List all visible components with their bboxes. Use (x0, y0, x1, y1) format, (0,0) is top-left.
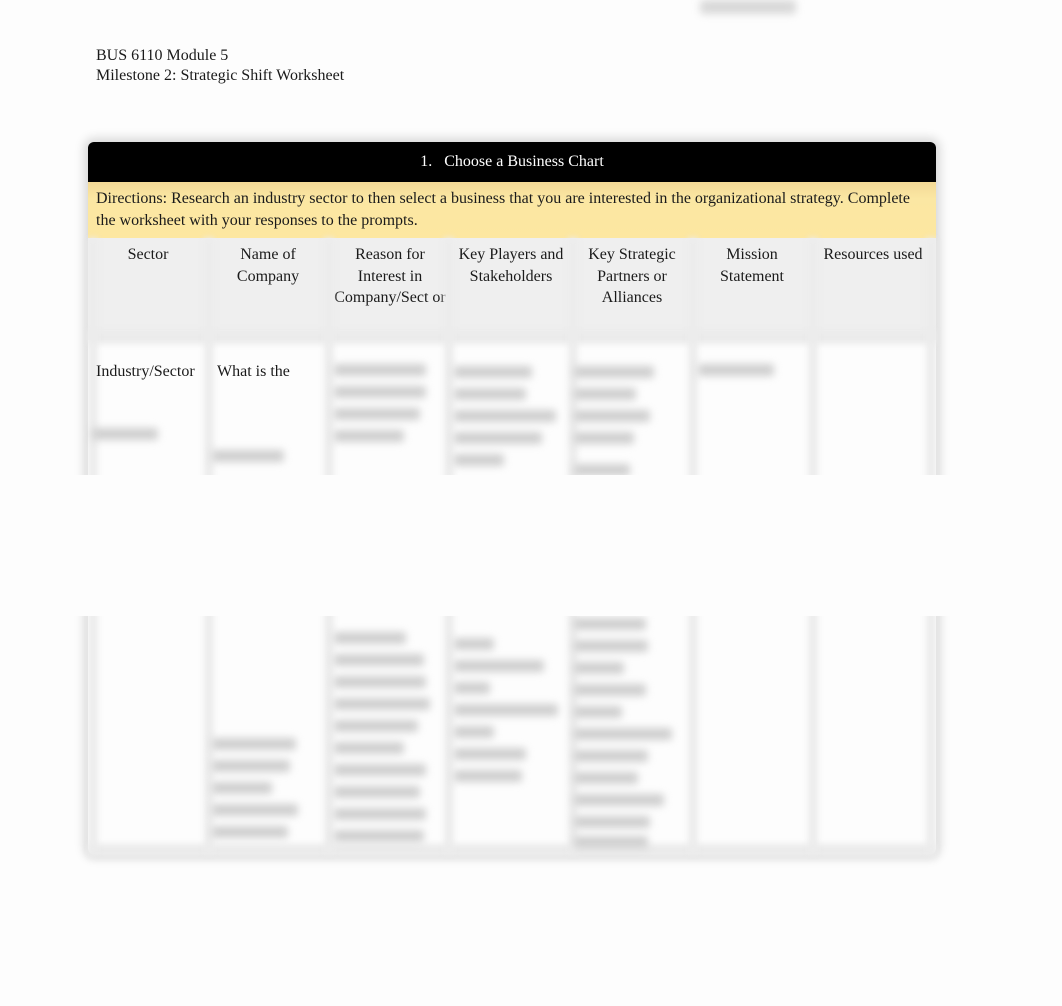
blurred-text (454, 410, 556, 422)
blurred-text (574, 432, 634, 444)
blurred-header-text (700, 0, 796, 14)
blurred-text (334, 830, 424, 842)
blurred-text (212, 738, 296, 750)
column-header-reason: Reason for Interest in Company/Sect or (334, 246, 446, 306)
column-header-key-players: Key Players and Stakeholders (458, 246, 564, 285)
cell-sector: Industry/Sector (96, 363, 195, 380)
blurred-text (574, 728, 672, 740)
column-header-partners: Key Strategic Partners or Alliances (588, 246, 676, 306)
blurred-text (574, 684, 646, 696)
blurred-text (334, 786, 420, 798)
blurred-text (334, 808, 426, 820)
blurred-text (334, 742, 404, 754)
blurred-text (334, 430, 404, 442)
blurred-text (334, 764, 426, 776)
section-number: 1. (420, 153, 433, 170)
blurred-text (574, 836, 648, 848)
blurred-text (574, 410, 650, 422)
blurred-text (574, 706, 622, 718)
column-header-company: Name of Company (236, 246, 300, 285)
blurred-text (454, 660, 544, 672)
blurred-text (212, 450, 284, 462)
column-header-resources: Resources used (823, 246, 923, 263)
cell-company-prompt: What is the (217, 363, 290, 380)
blurred-text (574, 388, 636, 400)
preview-gap (0, 475, 1062, 616)
section-title: Choose a Business Chart (444, 153, 604, 170)
blurred-text (574, 640, 648, 652)
blurred-text (454, 748, 526, 760)
blurred-text (574, 794, 664, 806)
column-header-sector: Sector (127, 246, 169, 263)
blurred-text (454, 454, 504, 466)
blurred-text (454, 388, 526, 400)
blurred-text (574, 618, 646, 630)
blurred-text (454, 682, 490, 694)
blurred-text (334, 408, 420, 420)
blurred-text (574, 816, 650, 828)
blurred-text (212, 804, 298, 816)
directions-text: Directions: Research an industry sector … (88, 182, 936, 238)
blurred-text (574, 662, 624, 674)
blurred-text (334, 364, 426, 376)
blurred-text (454, 432, 542, 444)
blurred-text (574, 750, 648, 762)
blurred-text (454, 366, 532, 378)
course-title: BUS 6110 Module 5 (96, 47, 229, 64)
blurred-text (334, 386, 426, 398)
section-title-bar: 1. Choose a Business Chart (88, 142, 936, 182)
blurred-text (334, 720, 418, 732)
blurred-text (454, 770, 522, 782)
blurred-text (454, 638, 494, 650)
blurred-text (334, 654, 424, 666)
blurred-text (334, 676, 426, 688)
document-subtitle: Milestone 2: Strategic Shift Worksheet (96, 67, 345, 84)
column-header-mission: Mission Statement (720, 246, 784, 285)
document-heading: BUS 6110 Module 5 Milestone 2: Strategic… (96, 46, 344, 86)
blurred-text (574, 772, 638, 784)
blurred-text (698, 364, 774, 376)
blurred-text (574, 366, 654, 378)
blurred-text (92, 428, 158, 440)
blurred-text (212, 760, 290, 772)
blurred-text (454, 704, 558, 716)
blurred-text (334, 632, 406, 644)
blurred-text (334, 698, 430, 710)
blurred-text (454, 726, 494, 738)
blurred-text (212, 782, 272, 794)
blurred-text (212, 826, 288, 838)
